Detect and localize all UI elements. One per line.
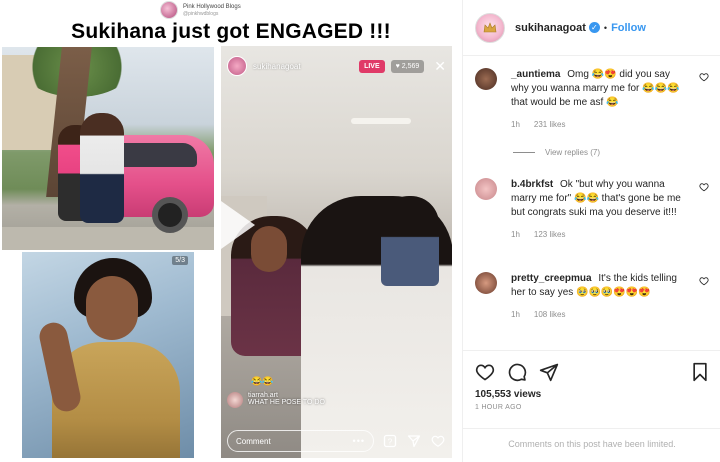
bookmark-icon[interactable] <box>691 362 709 382</box>
live-comment-avatar <box>227 392 243 408</box>
send-icon <box>406 433 422 449</box>
comment-time: 1h <box>511 230 520 239</box>
credit-avatar <box>160 1 178 19</box>
heart-icon[interactable] <box>699 72 709 82</box>
live-footer: Comment ••• ? <box>221 424 452 458</box>
credit-header: Pink Hollywood Blogs @pinkhwdblogs <box>160 1 241 19</box>
post-media[interactable]: Pink Hollywood Blogs @pinkhwdblogs Sukih… <box>0 0 462 462</box>
comment: pretty_creepmua It's the kids telling he… <box>475 272 709 322</box>
comments-panel: sukihanagoat ✓ • Follow _auntiema Omg 😂😍… <box>462 0 720 462</box>
live-person-kid <box>381 196 439 286</box>
credit-handle: @pinkhwdblogs <box>183 10 219 17</box>
comment-meta: 1h 231 likes <box>511 118 687 132</box>
comment: b.4brkfst Ok "but why you wanna marry me… <box>475 178 709 242</box>
close-icon: ✕ <box>434 57 446 74</box>
comment-avatar[interactable] <box>475 272 497 294</box>
portrait-photo: 5/3 <box>22 252 194 458</box>
live-viewer-count: ♥ 2,569 <box>390 59 425 73</box>
comment-username[interactable]: b.4brkfst <box>511 179 553 190</box>
live-person-face <box>251 226 287 272</box>
portrait-face <box>86 276 138 340</box>
credit-name: Pink Hollywood Blogs <box>183 3 241 10</box>
comment-body: pretty_creepmua It's the kids telling he… <box>511 272 687 322</box>
more-icon: ••• <box>352 436 365 446</box>
heart-icon[interactable] <box>699 276 709 286</box>
comment-body: b.4brkfst Ok "but why you wanna marry me… <box>511 178 687 242</box>
post-header: sukihanagoat ✓ • Follow <box>463 0 720 56</box>
view-replies[interactable]: View replies (7) <box>513 148 600 157</box>
comments-limited-notice: Comments on this post have been limited. <box>463 428 720 462</box>
ceiling-light <box>351 118 411 124</box>
profile-username[interactable]: sukihanagoat <box>515 22 586 34</box>
post-actions: 105,553 views 1 HOUR AGO <box>463 350 720 411</box>
comment-body: _auntiema Omg 😂😍 did you say why you wan… <box>511 68 687 132</box>
comment-likes[interactable]: 231 likes <box>534 118 566 132</box>
live-comment: tiarrah.art WHAT HE POSE TO DO <box>227 392 325 408</box>
heart-icon[interactable] <box>699 182 709 192</box>
header-separator: • <box>603 22 608 33</box>
comment: _auntiema Omg 😂😍 did you say why you wan… <box>475 68 709 132</box>
photo-person-man <box>80 113 124 223</box>
live-header: sukihanagoat LIVE ♥ 2,569 ✕ <box>221 46 452 86</box>
comment-meta: 1h 123 likes <box>511 228 687 242</box>
profile-avatar[interactable] <box>475 12 505 43</box>
comment-likes[interactable]: 108 likes <box>534 308 566 322</box>
view-count[interactable]: 105,553 views <box>475 389 709 400</box>
portrait-badge: 5/3 <box>172 256 188 265</box>
media-headline: Sukihana just got ENGAGED !!! <box>71 20 391 43</box>
post-time: 1 HOUR AGO <box>475 404 522 411</box>
live-comment-box: Comment ••• <box>227 430 374 452</box>
comment-time: 1h <box>511 120 520 129</box>
view-replies-label[interactable]: View replies (7) <box>545 148 600 157</box>
live-video-screenshot: sukihanagoat LIVE ♥ 2,569 ✕ 😂😂 tiarrah.a… <box>221 46 452 458</box>
comment-username[interactable]: _auntiema <box>511 69 560 80</box>
couple-photo <box>2 47 214 250</box>
crown-icon <box>483 21 497 32</box>
photo-driveway <box>2 227 214 250</box>
verified-icon: ✓ <box>588 22 600 33</box>
comment-username[interactable]: pretty_creepmua <box>511 273 592 284</box>
comment-icon[interactable] <box>507 362 527 382</box>
question-icon: ? <box>382 433 398 449</box>
action-row <box>475 361 709 383</box>
live-comment-text: WHAT HE POSE TO DO <box>248 399 325 406</box>
live-comment-placeholder: Comment <box>236 436 271 446</box>
share-icon[interactable] <box>539 362 559 382</box>
play-icon <box>221 201 255 249</box>
live-avatar <box>227 56 247 76</box>
live-username: sukihanagoat <box>253 61 301 71</box>
heart-icon <box>430 433 446 449</box>
live-badge: LIVE <box>359 59 385 73</box>
live-reactions: 😂😂 <box>251 376 274 386</box>
photo-car-wheel <box>152 197 188 233</box>
live-comment-user: tiarrah.art <box>248 392 278 399</box>
comment-time: 1h <box>511 310 520 319</box>
comment-avatar[interactable] <box>475 68 497 90</box>
replies-line <box>513 152 535 153</box>
comment-meta: 1h 108 likes <box>511 308 687 322</box>
comment-likes[interactable]: 123 likes <box>534 228 566 242</box>
follow-button[interactable]: Follow <box>611 22 646 34</box>
comment-avatar[interactable] <box>475 178 497 200</box>
svg-text:?: ? <box>388 438 393 447</box>
heart-icon[interactable] <box>475 362 495 382</box>
